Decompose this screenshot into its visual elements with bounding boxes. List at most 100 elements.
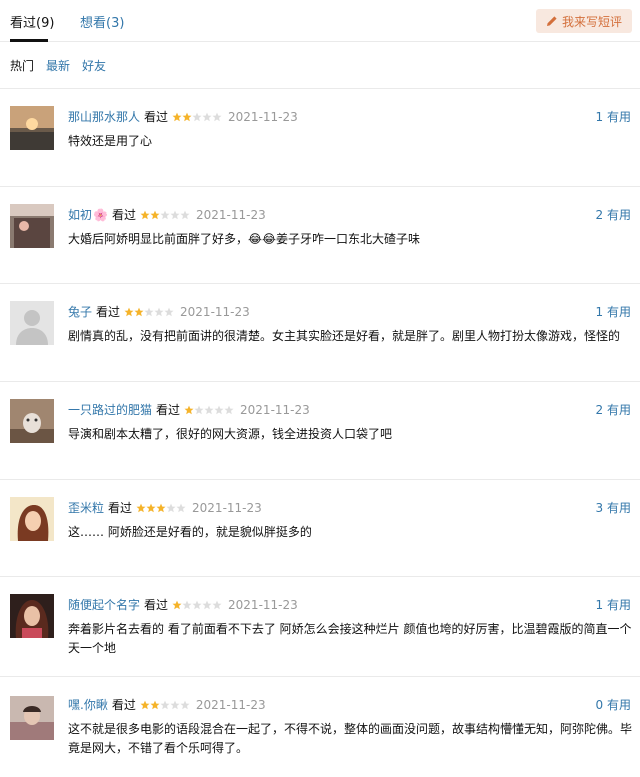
rating-stars xyxy=(172,112,222,122)
review-meta: 随便起个名字 看过 2021-11-23 xyxy=(68,596,298,613)
flower-icon: 🌸 xyxy=(93,207,108,222)
username[interactable]: 如初 xyxy=(68,206,92,223)
star-empty-icon xyxy=(182,600,192,609)
filter-friends[interactable]: 好友 xyxy=(82,57,106,74)
review-text: 奔着影片名去看的 看了前面看不下去了 阿娇怎么会接这种烂片 颜值也垮的好厉害，比… xyxy=(68,622,632,655)
star-empty-icon xyxy=(194,405,204,414)
seen-label: 看过 xyxy=(111,208,136,222)
review-date: 2021-11-23 xyxy=(228,597,298,612)
star-filled-icon xyxy=(150,700,160,709)
avatar[interactable] xyxy=(10,106,54,150)
avatar[interactable] xyxy=(10,204,54,248)
star-empty-icon xyxy=(170,210,180,219)
star-empty-icon xyxy=(164,307,174,316)
review-text: 导演和剧本太糟了，很好的网大资源，钱全进投资人口袋了吧 xyxy=(68,427,393,441)
star-empty-icon xyxy=(180,210,190,219)
sort-filters: 热门 最新 好友 xyxy=(10,57,106,74)
review-text: 特效还是用了心 xyxy=(68,134,153,148)
star-filled-icon xyxy=(156,503,166,512)
write-review-button[interactable]: 我来写短评 xyxy=(536,9,632,33)
review-item: 歪米粒 看过 2021-11-23 3 有用 这…… 阿娇脸还是好看的，就是貌似… xyxy=(0,479,640,576)
star-filled-icon xyxy=(172,600,182,609)
star-empty-icon xyxy=(192,112,202,121)
star-empty-icon xyxy=(144,307,154,316)
rating-stars xyxy=(140,700,190,710)
review-meta: 如初 🌸 看过 2021-11-23 xyxy=(68,206,266,223)
star-filled-icon xyxy=(182,112,192,121)
review-text: 这不就是很多电影的语段混合在一起了，不得不说，整体的画面没问题，故事结构懵懂无知… xyxy=(68,722,633,755)
star-empty-icon xyxy=(170,700,180,709)
useful-vote[interactable]: 3 有用 xyxy=(596,499,631,516)
star-filled-icon xyxy=(140,210,150,219)
review-item: 那山那水那人 看过 2021-11-23 1 有用 特效还是用了心 xyxy=(0,88,640,186)
star-empty-icon xyxy=(180,700,190,709)
seen-label: 看过 xyxy=(144,110,169,124)
star-filled-icon xyxy=(134,307,144,316)
rating-stars xyxy=(184,405,234,415)
star-empty-icon xyxy=(204,405,214,414)
avatar[interactable] xyxy=(10,399,54,443)
useful-vote[interactable]: 1 有用 xyxy=(596,108,631,125)
seen-label: 看过 xyxy=(96,305,121,319)
star-filled-icon xyxy=(140,700,150,709)
avatar[interactable] xyxy=(10,301,54,345)
star-empty-icon xyxy=(160,700,170,709)
star-filled-icon xyxy=(146,503,156,512)
star-filled-icon xyxy=(184,405,194,414)
review-meta: 嘿.你瞅 看过 2021-11-23 xyxy=(68,696,266,713)
star-empty-icon xyxy=(154,307,164,316)
star-empty-icon xyxy=(176,503,186,512)
useful-vote[interactable]: 2 有用 xyxy=(596,206,631,223)
avatar[interactable] xyxy=(10,594,54,638)
star-filled-icon xyxy=(172,112,182,121)
review-item: 如初 🌸 看过 2021-11-23 2 有用 大婚后阿娇明显比前面胖了好多，😂… xyxy=(0,186,640,283)
rating-stars xyxy=(172,600,222,610)
review-date: 2021-11-23 xyxy=(180,304,250,319)
filter-latest[interactable]: 最新 xyxy=(46,57,70,74)
filter-hot[interactable]: 热门 xyxy=(10,57,34,74)
username[interactable]: 随便起个名字 xyxy=(68,596,140,613)
star-empty-icon xyxy=(160,210,170,219)
rating-stars xyxy=(140,210,190,220)
tab-want-to-see[interactable]: 想看(3) xyxy=(80,12,124,31)
username[interactable]: 歪米粒 xyxy=(68,499,104,516)
review-item: 一只路过的肥猫 看过 2021-11-23 2 有用 导演和剧本太糟了，很好的网… xyxy=(0,381,640,479)
star-empty-icon xyxy=(214,405,224,414)
review-meta: 那山那水那人 看过 2021-11-23 xyxy=(68,108,298,125)
avatar[interactable] xyxy=(10,497,54,541)
username[interactable]: 兔子 xyxy=(68,303,92,320)
active-tab-indicator xyxy=(10,39,48,42)
review-date: 2021-11-23 xyxy=(228,109,298,124)
review-item: 随便起个名字 看过 2021-11-23 1 有用 奔着影片名去看的 看了前面看… xyxy=(0,576,640,676)
review-date: 2021-11-23 xyxy=(192,500,262,515)
star-empty-icon xyxy=(192,600,202,609)
seen-label: 看过 xyxy=(144,598,169,612)
username[interactable]: 嘿.你瞅 xyxy=(68,696,108,713)
review-meta: 歪米粒 看过 2021-11-23 xyxy=(68,499,262,516)
review-meta: 一只路过的肥猫 看过 2021-11-23 xyxy=(68,401,310,418)
username[interactable]: 一只路过的肥猫 xyxy=(68,401,152,418)
review-date: 2021-11-23 xyxy=(195,697,266,712)
useful-vote[interactable]: 1 有用 xyxy=(596,596,631,613)
review-date: 2021-11-23 xyxy=(195,207,266,222)
username[interactable]: 那山那水那人 xyxy=(68,108,140,125)
useful-vote[interactable]: 2 有用 xyxy=(596,401,631,418)
review-text: 剧情真的乱，没有把前面讲的很清楚。女主其实脸还是好看，就是胖了。剧里人物打扮太像… xyxy=(68,329,621,343)
tab-bar: 看过(9) 想看(3) 我来写短评 xyxy=(0,0,640,42)
seen-label: 看过 xyxy=(108,501,133,515)
write-review-label: 我来写短评 xyxy=(561,14,622,29)
useful-vote[interactable]: 0 有用 xyxy=(596,696,631,713)
star-empty-icon xyxy=(212,600,222,609)
review-item: 兔子 看过 2021-11-23 1 有用 剧情真的乱，没有把前面讲的很清楚。女… xyxy=(0,283,640,381)
review-item: 嘿.你瞅 看过 2021-11-23 0 有用 这不就是很多电影的语段混合在一起… xyxy=(0,676,640,777)
rating-stars xyxy=(136,503,186,513)
rating-stars xyxy=(124,307,174,317)
review-text: 大婚后阿娇明显比前面胖了好多，😂😂姜子牙咋一口东北大碴子味 xyxy=(68,232,421,246)
tab-seen[interactable]: 看过(9) xyxy=(10,12,54,31)
star-empty-icon xyxy=(202,112,212,121)
review-text: 这…… 阿娇脸还是好看的，就是貌似胖挺多的 xyxy=(68,525,312,539)
star-empty-icon xyxy=(166,503,176,512)
useful-vote[interactable]: 1 有用 xyxy=(596,303,631,320)
pencil-icon xyxy=(546,16,557,26)
avatar[interactable] xyxy=(10,696,54,740)
